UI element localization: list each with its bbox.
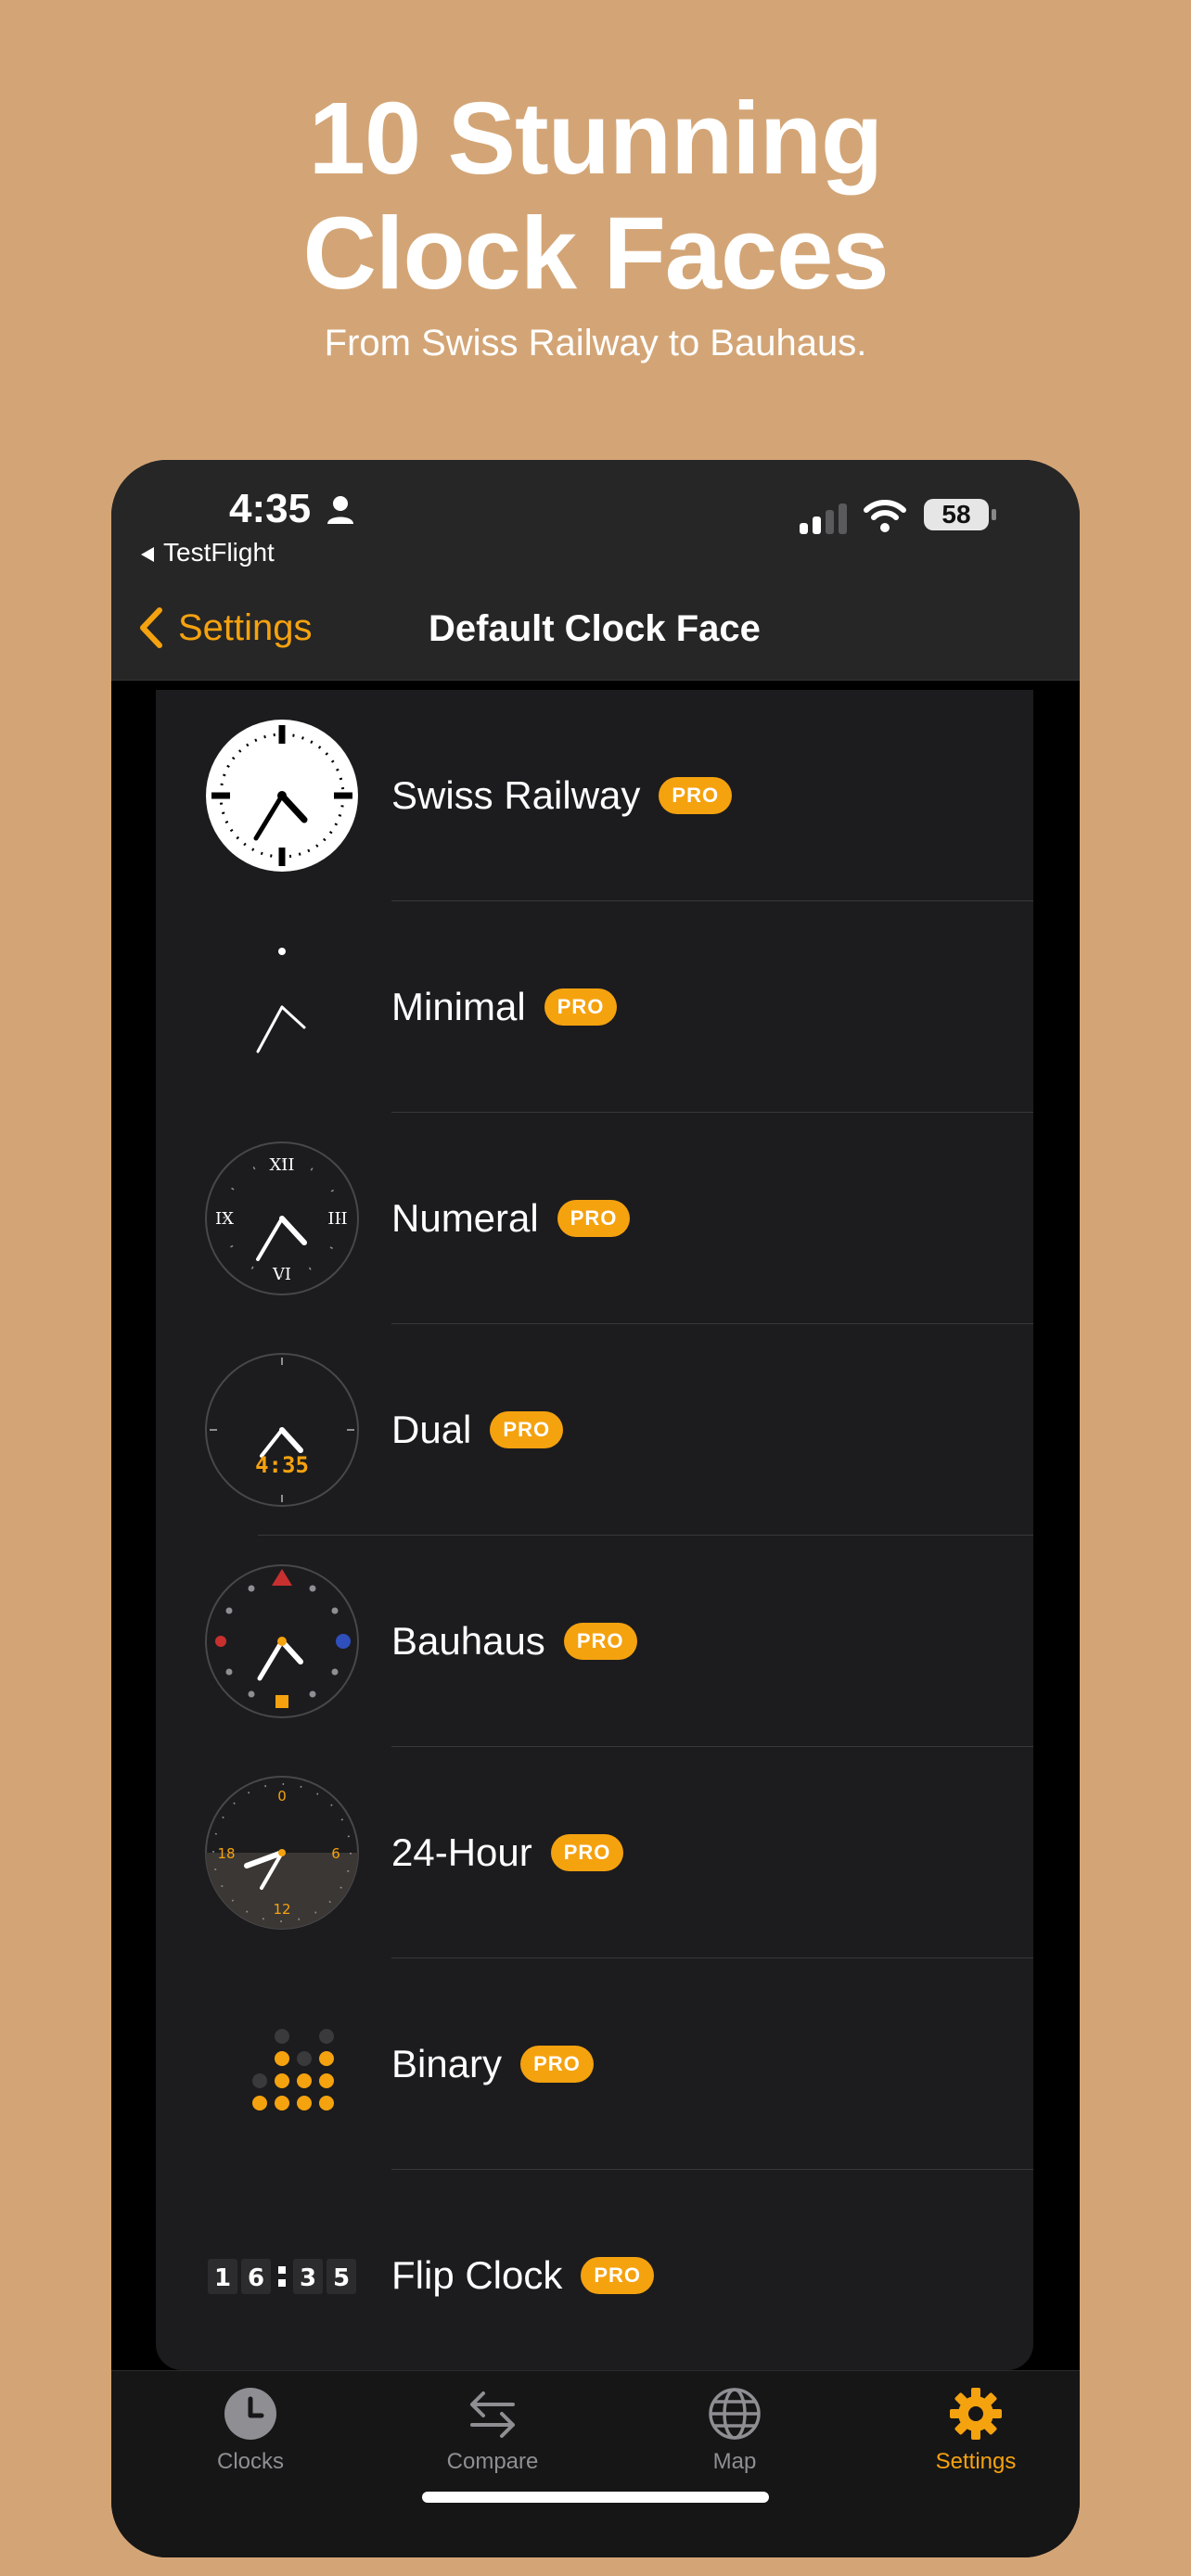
pro-badge: PRO bbox=[544, 988, 618, 1026]
flip-digit-3: 3 bbox=[300, 2264, 316, 2292]
hour-0: 0 bbox=[277, 1788, 287, 1804]
dual-digital-time: 4:35 bbox=[255, 1452, 309, 1478]
chevron-left-icon bbox=[140, 607, 162, 648]
flip-digit-4: 5 bbox=[333, 2264, 350, 2292]
tab-label: Compare bbox=[446, 2449, 539, 2474]
flip-digit-2: 6 bbox=[248, 2264, 264, 2292]
tab-clocks[interactable]: Clocks bbox=[158, 2386, 343, 2475]
tab-settings[interactable]: Settings bbox=[883, 2386, 1069, 2475]
pro-badge: PRO bbox=[563, 1623, 637, 1660]
hour-12: 12 bbox=[273, 1901, 290, 1918]
tab-bar: Clocks Compare Map Settings bbox=[111, 2370, 1080, 2557]
promo-title-line1: 10 Stunning bbox=[308, 82, 883, 196]
battery-cap bbox=[992, 509, 996, 520]
flip-clock-thumbnail: 1 6 3 5 bbox=[208, 2259, 356, 2294]
face-name-text: Flip Clock bbox=[391, 2253, 563, 2297]
face-name-text: Bauhaus bbox=[391, 1619, 545, 1663]
promo-subtitle: From Swiss Railway to Bauhaus. bbox=[324, 323, 867, 363]
list-item-binary[interactable]: Binary PRO bbox=[156, 1958, 1033, 2170]
face-name-text: Binary bbox=[391, 2042, 503, 2085]
face-name: Binary PRO bbox=[391, 1958, 594, 2170]
tab-label: Clocks bbox=[216, 2449, 284, 2474]
pro-badge: PRO bbox=[581, 2257, 655, 2294]
list-item-flip-clock[interactable]: 1 6 3 5 Flip Clock PRO bbox=[156, 2170, 1033, 2381]
face-name: Flip Clock PRO bbox=[391, 2170, 655, 2381]
phone-screen: 4:35 TestFlight 58 Settings Default Cloc… bbox=[111, 460, 1080, 2557]
face-name: Numeral PRO bbox=[391, 1113, 631, 1324]
numeral-ix: IX bbox=[215, 1209, 234, 1229]
pro-badge: PRO bbox=[490, 1411, 564, 1448]
face-name: Bauhaus PRO bbox=[391, 1536, 637, 1747]
back-label: Settings bbox=[178, 606, 313, 648]
tab-label: Map bbox=[712, 2449, 757, 2474]
status-time: 4:35 bbox=[229, 486, 312, 531]
list-item-minimal[interactable]: Minimal PRO bbox=[156, 901, 1033, 1113]
list-item-bauhaus[interactable]: Bauhaus PRO bbox=[156, 1536, 1033, 1747]
tab-label: Settings bbox=[935, 2449, 1017, 2474]
face-name: Minimal PRO bbox=[391, 901, 618, 1113]
face-name-text: Dual bbox=[391, 1408, 472, 1451]
bauhaus-thumbnail bbox=[205, 1564, 359, 1718]
back-to-testflight[interactable]: TestFlight bbox=[163, 538, 275, 567]
numeral-thumbnail: XII III VI IX bbox=[205, 1141, 359, 1295]
globe-icon bbox=[709, 2388, 761, 2440]
person-icon bbox=[327, 496, 353, 524]
back-arrow-icon[interactable] bbox=[139, 545, 156, 564]
face-name: Swiss Railway PRO bbox=[391, 690, 733, 901]
home-indicator[interactable] bbox=[422, 2492, 769, 2503]
list-item-swiss-railway[interactable]: Swiss Railway PRO bbox=[156, 690, 1033, 901]
pro-badge: PRO bbox=[659, 777, 733, 814]
cellular-signal-icon bbox=[800, 504, 847, 534]
face-name-text: Numeral bbox=[391, 1196, 539, 1240]
swiss-railway-thumbnail bbox=[206, 720, 358, 872]
list-item-numeral[interactable]: XII III VI IX Numeral PRO bbox=[156, 1113, 1033, 1324]
clock-face-list: Swiss Railway PRO Minimal PRO XII III VI… bbox=[156, 690, 1033, 2370]
clock-icon bbox=[224, 2388, 276, 2440]
binary-thumbnail bbox=[252, 2029, 334, 2111]
pro-badge: PRO bbox=[550, 1834, 624, 1871]
hour-18: 18 bbox=[217, 1845, 235, 1862]
24-hour-thumbnail: 0 6 12 18 bbox=[205, 1776, 359, 1930]
list-item-dual[interactable]: 4:35 Dual PRO bbox=[156, 1324, 1033, 1536]
face-name: Dual PRO bbox=[391, 1324, 564, 1536]
face-name-text: Swiss Railway bbox=[391, 773, 641, 817]
dual-thumbnail: 4:35 bbox=[205, 1353, 359, 1507]
minimal-thumbnail bbox=[256, 948, 306, 1053]
promo-title-line2: Clock Faces bbox=[302, 197, 889, 311]
tab-map[interactable]: Map bbox=[642, 2386, 827, 2475]
arrows-icon bbox=[470, 2391, 515, 2438]
promo-title: 10 Stunning Clock Faces bbox=[0, 82, 1191, 312]
hour-6: 6 bbox=[331, 1845, 340, 1862]
pro-badge: PRO bbox=[557, 1200, 631, 1237]
battery-indicator: 58 bbox=[924, 499, 989, 530]
numeral-iii: III bbox=[327, 1209, 347, 1229]
back-button[interactable]: Settings bbox=[139, 606, 313, 649]
navigation-header: 4:35 TestFlight 58 Settings Default Cloc… bbox=[111, 460, 1080, 681]
gear-icon bbox=[950, 2388, 1002, 2440]
numeral-xii: XII bbox=[269, 1155, 294, 1175]
flip-digit-1: 1 bbox=[214, 2264, 231, 2292]
page-title: Default Clock Face bbox=[429, 608, 761, 649]
list-item-24-hour[interactable]: 0 6 12 18 24-Hour PRO bbox=[156, 1747, 1033, 1958]
wifi-icon bbox=[864, 500, 906, 532]
tab-compare[interactable]: Compare bbox=[400, 2386, 585, 2475]
face-name-text: 24-Hour bbox=[391, 1830, 532, 1874]
face-name: 24-Hour PRO bbox=[391, 1747, 624, 1958]
face-name-text: Minimal bbox=[391, 985, 526, 1028]
pro-badge: PRO bbox=[520, 2046, 594, 2083]
